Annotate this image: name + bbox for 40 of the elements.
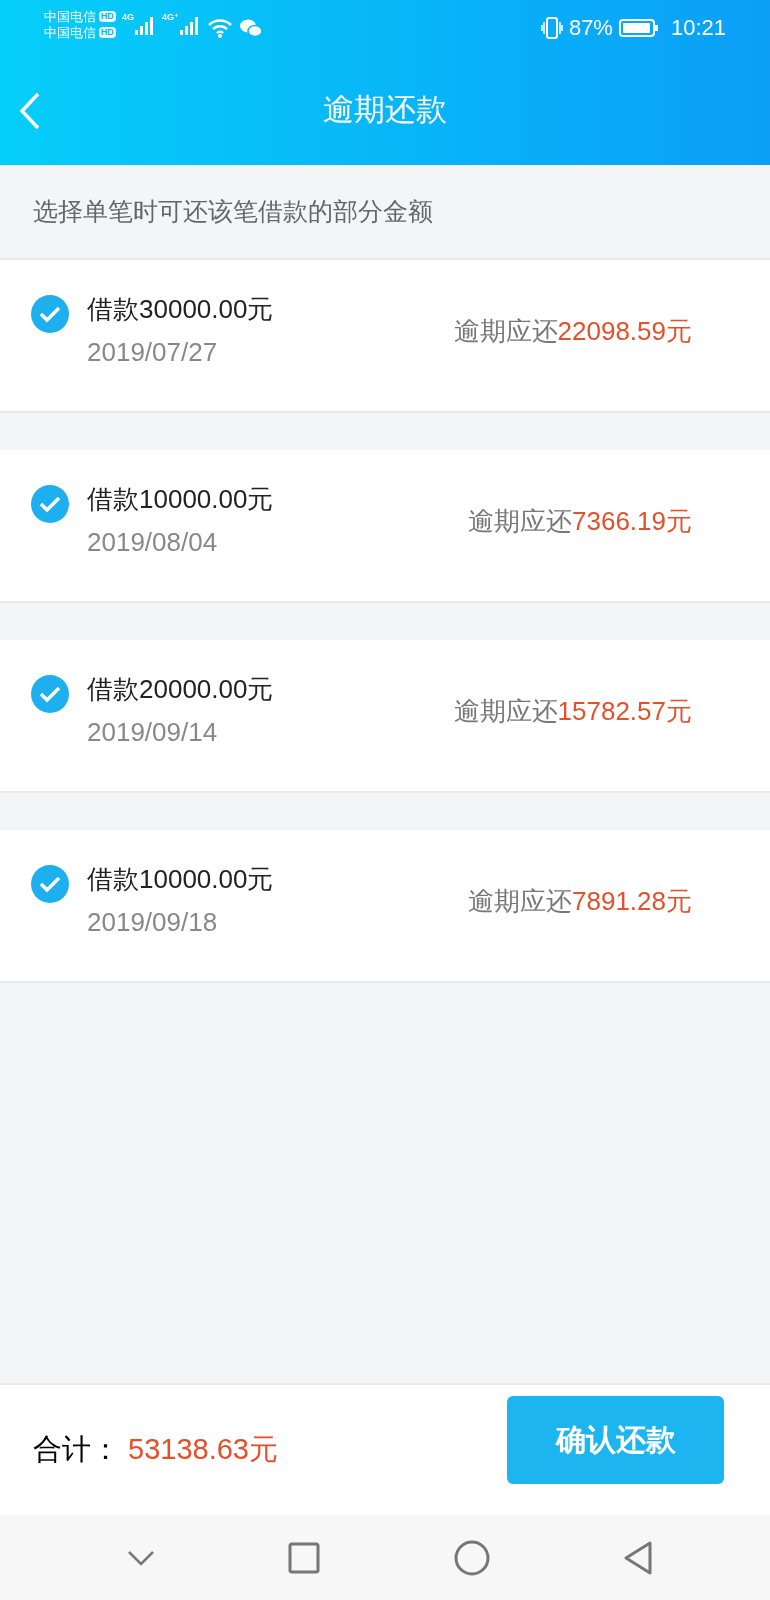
loan-date: 2019/07/27 [87, 336, 219, 368]
loan-date: 2019/08/04 [87, 526, 219, 558]
loan-amount: 借款10000.00元 [87, 862, 275, 896]
vibrate-icon [540, 15, 563, 40]
overdue-amount: 逾期应还7366.19元 [468, 505, 692, 538]
confirm-repay-button[interactable]: 确认还款 [507, 1396, 724, 1484]
loan-amount: 借款10000.00元 [87, 482, 275, 516]
battery-percent: 87% [568, 14, 613, 41]
signal-icon [178, 15, 201, 36]
total-label: 合计： [33, 1432, 120, 1467]
loan-date: 2019/09/14 [87, 716, 219, 748]
chat-bubbles-icon [238, 17, 263, 38]
wifi-icon [206, 16, 233, 39]
hd-badge: HD [99, 11, 116, 22]
back-icon[interactable] [623, 1539, 654, 1576]
page-title: 逾期还款 [323, 91, 447, 129]
recents-icon[interactable] [288, 1541, 321, 1574]
home-icon[interactable] [453, 1539, 490, 1576]
overdue-amount: 逾期应还22098.59元 [453, 315, 692, 348]
clock-time: 10:21 [670, 14, 726, 41]
network-label: 4G [122, 11, 134, 22]
carrier-name: 中国电信 [44, 8, 96, 25]
hide-keyboard-icon[interactable] [126, 1549, 155, 1566]
back-icon[interactable] [18, 92, 42, 130]
loan-amount: 借款30000.00元 [87, 292, 275, 326]
checkbox[interactable] [31, 865, 69, 903]
checkbox[interactable] [31, 295, 69, 333]
overdue-amount: 逾期应还7891.28元 [468, 885, 692, 918]
checkbox[interactable] [31, 485, 69, 523]
network-label: 4G⁺ [162, 11, 179, 22]
carrier-name: 中国电信 [44, 24, 96, 41]
checkbox[interactable] [31, 675, 69, 713]
battery-icon [618, 17, 659, 38]
signal-icon [134, 15, 156, 36]
hd-badge: HD [99, 27, 116, 38]
loan-date: 2019/09/18 [87, 906, 219, 938]
overdue-amount: 逾期应还15782.57元 [453, 695, 692, 728]
loan-amount: 借款20000.00元 [87, 672, 275, 706]
total-amount: 53138.63元 [128, 1432, 278, 1467]
hint-text: 选择单笔时可还该笔借款的部分金额 [33, 196, 433, 227]
